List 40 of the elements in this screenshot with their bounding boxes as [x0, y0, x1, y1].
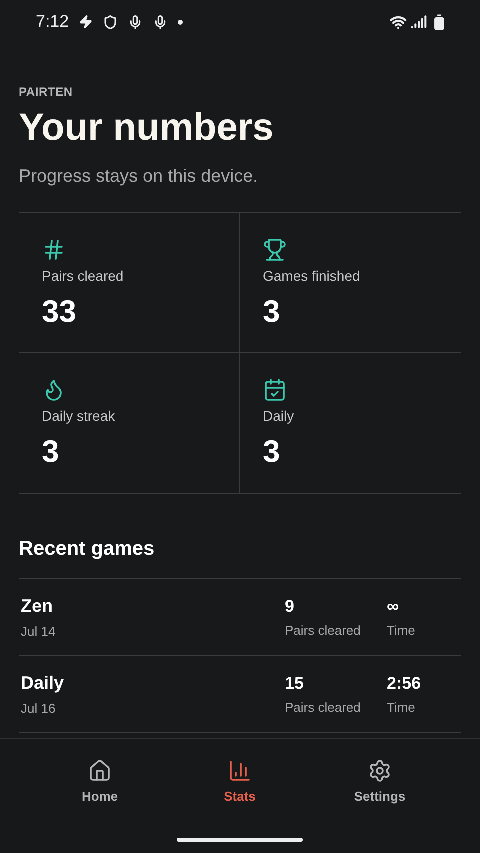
game-mode: Zen — [21, 594, 54, 618]
settings-icon — [368, 759, 392, 783]
stat-value: 3 — [42, 433, 60, 471]
stat-value: 33 — [42, 293, 78, 331]
nav-tab[interactable]: Home — [50, 759, 150, 806]
hash-icon — [42, 238, 66, 262]
game-mode: Daily — [21, 672, 66, 695]
status-time: 7:12 — [36, 11, 70, 34]
signal-icon — [411, 14, 427, 30]
page-subtitle: Progress stays on this device. — [19, 165, 260, 188]
trophy-icon — [263, 238, 287, 262]
section-heading: Recent games — [19, 537, 156, 562]
calendar-check-icon — [263, 378, 287, 402]
wifi-icon — [390, 14, 407, 30]
nav-tab[interactable]: Stats — [190, 759, 290, 806]
microphone-icon — [128, 14, 144, 30]
pairs-value: 15 — [285, 672, 305, 694]
stat-label: Games finished — [263, 267, 362, 286]
stat-label: Pairs cleared — [42, 267, 125, 286]
time-label: Time — [387, 622, 416, 640]
lightning-icon — [79, 15, 94, 29]
time-value: 2:56 — [387, 672, 422, 694]
stat-label: Daily streak — [42, 407, 116, 426]
pairs-value: 9 — [285, 596, 296, 618]
time-value: ∞ — [387, 596, 400, 618]
page-title: Your numbers — [19, 106, 275, 151]
home-icon — [88, 759, 112, 783]
app-eyebrow: PAIRTEN — [19, 84, 74, 101]
time-label: Time — [387, 699, 416, 717]
game-date: Jul 16 — [21, 700, 57, 718]
stat-value: 3 — [263, 293, 282, 331]
stat-label: Daily — [263, 407, 296, 426]
pairs-label: Pairs cleared — [285, 622, 362, 640]
stat-value: 3 — [263, 433, 282, 471]
game-date: Jul 14 — [21, 622, 57, 641]
pairs-label: Pairs cleared — [285, 699, 362, 717]
microphone-icon — [153, 14, 168, 30]
bar-chart-icon — [228, 759, 252, 783]
shield-icon — [103, 14, 118, 30]
nav-tab[interactable]: Settings — [330, 759, 430, 806]
